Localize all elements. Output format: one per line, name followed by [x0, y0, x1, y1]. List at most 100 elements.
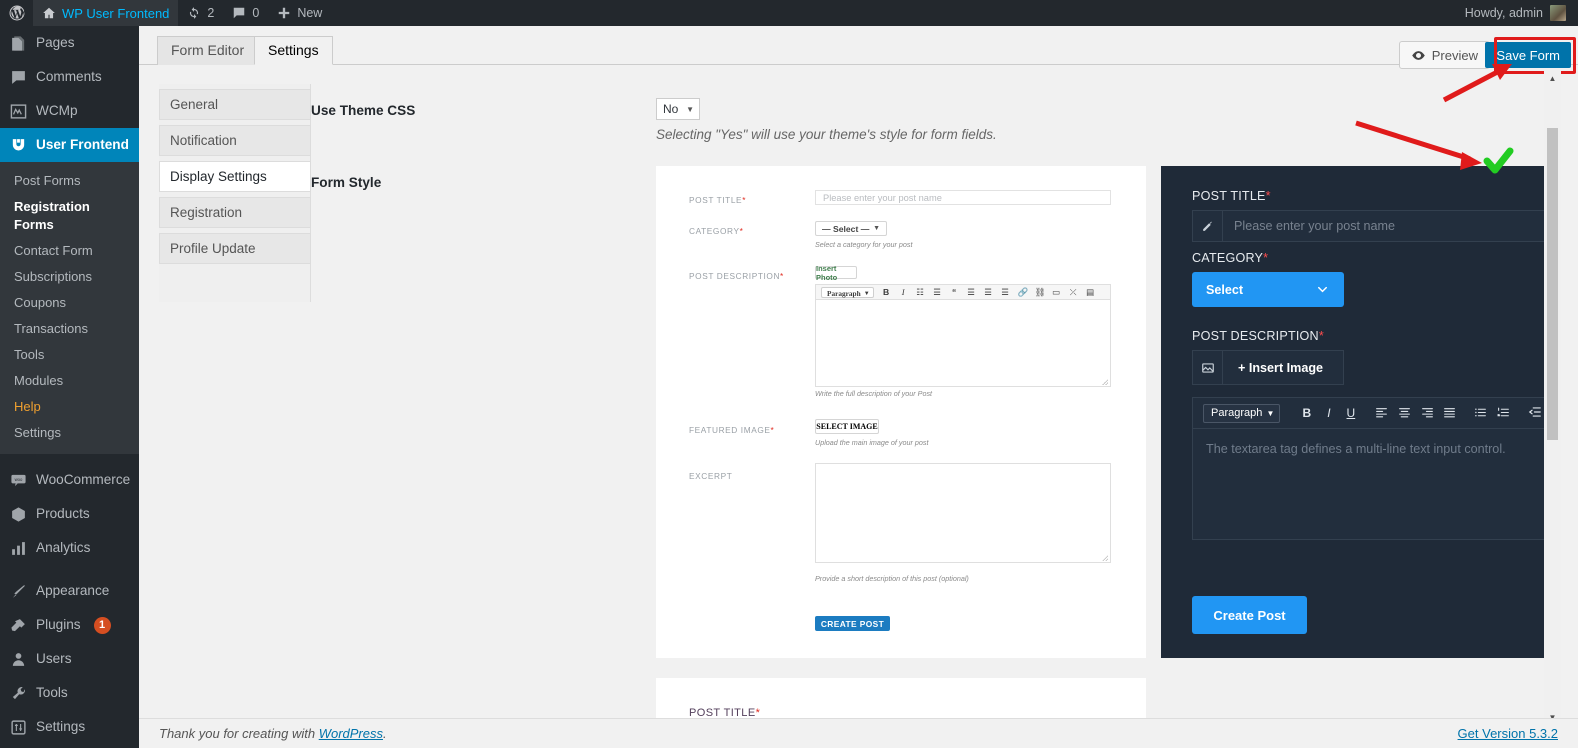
align-left-icon[interactable]: ☰ — [967, 288, 976, 297]
dark-textarea-placeholder[interactable]: The textarea tag defines a multi-line te… — [1206, 442, 1506, 456]
sidebar-item-wcmp[interactable]: WCMp — [0, 94, 139, 128]
wordpress-link[interactable]: WordPress — [319, 726, 383, 741]
updates-menu[interactable]: 2 — [178, 0, 223, 26]
sidebar-item-label: Appearance — [36, 583, 110, 599]
dark-post-description-label: POST DESCRIPTION* — [1192, 329, 1324, 343]
resize-handle[interactable] — [1102, 555, 1108, 561]
sidebar-item-settings[interactable]: Settings — [0, 420, 139, 446]
align-left-icon[interactable] — [1375, 406, 1388, 421]
settings-content: Use Theme CSS No ▼ Selecting "Yes" will … — [311, 71, 1559, 726]
updates-count: 2 — [207, 6, 215, 20]
sidebar-item-user-frontend[interactable]: User Frontend — [0, 128, 139, 162]
preview-button[interactable]: Preview — [1398, 41, 1490, 69]
main-content: Form Editor Settings Preview Save Form G… — [139, 26, 1578, 748]
settings-tab-general[interactable]: General — [159, 89, 311, 120]
sidebar-item-label: Plugins — [36, 617, 81, 633]
blockquote-icon[interactable]: “ — [950, 288, 959, 297]
bullet-list-icon[interactable] — [1474, 406, 1487, 421]
preview-create-post-button[interactable]: CREATE POST — [815, 616, 890, 631]
align-right-icon[interactable] — [1421, 406, 1433, 421]
bold-icon[interactable]: B — [1301, 407, 1312, 419]
italic-icon[interactable]: I — [899, 288, 908, 297]
sidebar-item-products[interactable]: Products — [0, 497, 139, 531]
sidebar-item-comments[interactable]: Comments — [0, 60, 139, 94]
site-name-menu[interactable]: WP User Frontend — [33, 0, 179, 26]
caret-up-icon[interactable]: ▲ — [1544, 70, 1561, 87]
sidebar-item-plugins[interactable]: Plugins 1 — [0, 608, 139, 642]
preview-editor-format-select[interactable]: Paragraph ▼ — [821, 286, 874, 298]
dark-editor-format-select[interactable]: Paragraph ▼ — [1203, 403, 1281, 423]
settings-tab-display-settings[interactable]: Display Settings — [159, 161, 311, 192]
sidebar-item-analytics[interactable]: Analytics — [0, 531, 139, 565]
toolbar-toggle-icon[interactable]: ▤ — [1086, 288, 1095, 297]
bullet-list-icon[interactable]: ☷ — [916, 288, 925, 297]
pencil-icon — [1193, 211, 1223, 241]
preview-excerpt-textarea[interactable] — [815, 463, 1111, 563]
sidebar-item-settings[interactable]: Settings — [0, 710, 139, 744]
sidebar-item-subscriptions[interactable]: Subscriptions — [0, 264, 139, 290]
numbered-list-icon[interactable] — [1497, 406, 1509, 421]
sidebar-item-appearance[interactable]: Appearance — [0, 574, 139, 608]
dark-insert-image-button[interactable]: + Insert Image — [1192, 350, 1344, 385]
align-center-icon[interactable] — [1398, 406, 1410, 421]
content-scrollbar-thumb[interactable] — [1547, 128, 1558, 440]
dark-category-select[interactable]: Select — [1192, 272, 1344, 307]
underline-icon[interactable]: U — [1345, 407, 1356, 419]
numbered-list-icon[interactable]: ☰ — [933, 288, 942, 297]
tab-settings[interactable]: Settings — [254, 36, 333, 65]
sidebar-item-help[interactable]: Help — [0, 394, 139, 420]
sidebar-item-label: WooCommerce — [36, 472, 131, 488]
save-form-button[interactable]: Save Form — [1485, 42, 1571, 68]
align-justify-icon[interactable] — [1443, 406, 1456, 421]
sidebar-item-label: WCMp — [36, 103, 78, 119]
sidebar-item-registration-forms[interactable]: Registration Forms — [0, 194, 139, 238]
fullscreen-icon[interactable]: ⤫ — [1069, 288, 1078, 297]
sidebar-item-users[interactable]: Users — [0, 642, 139, 676]
new-content-menu[interactable]: New — [268, 0, 331, 26]
woocommerce-icon: woo — [9, 471, 27, 489]
align-center-icon[interactable]: ☰ — [984, 288, 993, 297]
comments-menu[interactable]: 0 — [223, 0, 268, 26]
preview-category-select[interactable]: — Select — ▼ — [815, 221, 887, 236]
eye-icon — [1411, 47, 1426, 63]
preview-post-description-textarea[interactable] — [815, 300, 1111, 387]
settings-tab-notification[interactable]: Notification — [159, 125, 311, 156]
sidebar-item-post-forms[interactable]: Post Forms — [0, 168, 139, 194]
align-right-icon[interactable]: ☰ — [1001, 288, 1010, 297]
sidebar-item-tools[interactable]: Tools — [0, 342, 139, 368]
dark-editor-toolbar: Paragraph ▼ B I U — [1193, 398, 1559, 429]
admin-sidebar: Pages Comments WCMp User Frontend Post F… — [0, 26, 139, 748]
dark-post-title-input[interactable]: Please enter your post name — [1192, 210, 1559, 242]
content-scrollbar[interactable]: ▲ ▼ — [1544, 70, 1561, 726]
settings-tab-registration[interactable]: Registration — [159, 197, 311, 228]
new-label: New — [297, 6, 323, 20]
get-version-link[interactable]: Get Version 5.3.2 — [1458, 726, 1558, 741]
preview-insert-photo-button[interactable]: Insert Photo — [815, 264, 857, 282]
pages-icon — [9, 34, 27, 52]
sidebar-item-woocommerce[interactable]: woo WooCommerce — [0, 463, 139, 497]
link-icon[interactable]: 🔗 — [1018, 288, 1029, 297]
tab-form-editor[interactable]: Form Editor — [157, 36, 259, 65]
dark-create-post-button[interactable]: Create Post — [1192, 596, 1307, 634]
sidebar-item-tools[interactable]: Tools — [0, 676, 139, 710]
sidebar-item-modules[interactable]: Modules — [0, 368, 139, 394]
preview-post-title-input[interactable]: Please enter your post name — [815, 190, 1111, 205]
unlink-icon[interactable]: ⛓ — [1035, 288, 1046, 297]
settings-tab-profile-update[interactable]: Profile Update — [159, 233, 311, 264]
sidebar-item-label: Users — [36, 651, 72, 667]
bold-icon[interactable]: B — [882, 288, 891, 297]
sidebar-item-pages[interactable]: Pages — [0, 26, 139, 60]
sidebar-item-label: Products — [36, 506, 90, 522]
resize-handle[interactable] — [1102, 379, 1108, 385]
use-theme-css-select[interactable]: No ▼ — [656, 98, 700, 120]
insert-more-icon[interactable]: ▭ — [1052, 288, 1061, 297]
use-theme-css-help: Selecting "Yes" will use your theme's st… — [656, 127, 997, 142]
wordpress-logo-button[interactable] — [0, 0, 33, 26]
sidebar-item-contact-form[interactable]: Contact Form — [0, 238, 139, 264]
sidebar-item-transactions[interactable]: Transactions — [0, 316, 139, 342]
outdent-icon[interactable] — [1528, 405, 1541, 421]
my-account-menu[interactable]: Howdy, admin — [1465, 5, 1578, 21]
sidebar-item-coupons[interactable]: Coupons — [0, 290, 139, 316]
italic-icon[interactable]: I — [1323, 407, 1334, 419]
preview-select-image-button[interactable]: SELECT IMAGE — [815, 419, 879, 434]
